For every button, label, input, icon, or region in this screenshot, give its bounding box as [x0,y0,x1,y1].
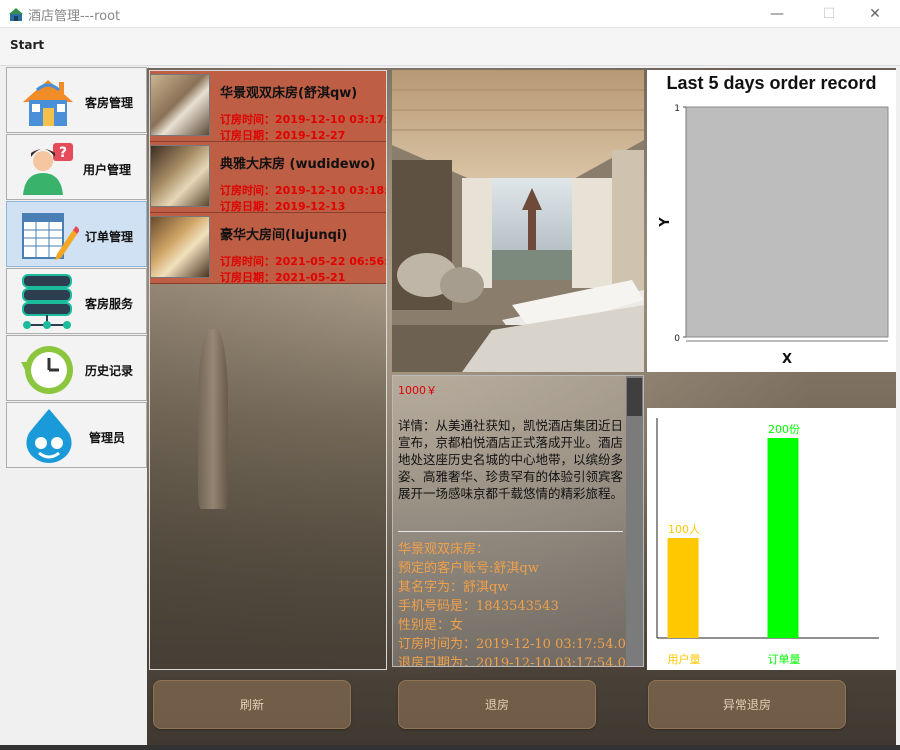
title-bar: 酒店管理---root — ☐ ✕ [0,0,900,28]
order-booking-time: 订房时间：2019-12-10 03:18: [220,184,387,197]
room-thumbnail [150,216,210,278]
abnormal-checkout-button[interactable]: 异常退房 [648,680,846,729]
x-tick-label: 订单量 [768,653,801,666]
order-card[interactable]: 华景观双床房(舒淇qw) 订房时间：2019-12-10 03:17: 订房日期… [150,71,387,142]
x-tick-label: 用户量 [668,652,701,666]
room-thumbnail [150,145,210,207]
menu-bar: Start [0,28,900,66]
sidebar-item-room-management[interactable]: 客房管理 [6,67,147,133]
order-room-name: 华景观双床房(舒淇qw) [220,86,358,101]
order-room-name: 豪华大房间(lujunqi) [220,228,348,243]
order-booking-date: 订房日期：2021-05-21 [220,271,346,284]
menu-start[interactable]: Start [10,38,44,52]
bar-data-label: 100人 [668,523,700,536]
order-card[interactable]: 豪华大房间(lujunqi) 订房时间：2021-05-22 06:56: 订房… [150,213,387,284]
minimize-button[interactable]: — [754,0,800,28]
y-tick-label: 0 [674,334,680,344]
hill-scene-image [150,281,386,669]
sidebar-item-label: 用户管理 [83,163,132,177]
room-thumbnail [150,74,210,136]
sidebar-item-label: 订单管理 [85,230,134,244]
info-customer-name: 其名字为：舒淇qw [398,580,509,595]
stats-bar-chart: 100人用户量 200份订单量 [647,408,896,670]
sidebar-item-label: 客房服务 [85,297,134,311]
divider [398,531,623,532]
info-customer-account: 预定的客户账号:舒淇qw [398,561,539,576]
sidebar-item-label: 客房管理 [85,96,134,110]
bar-user-count [667,538,699,638]
sidebar-item-room-service[interactable]: 客房服务 [6,268,147,334]
server-icon [22,274,72,329]
order-card[interactable]: 典雅大床房 (wudidewo) 订房时间：2019-12-10 03:18: … [150,142,387,213]
y-axis-label: Y [658,217,673,228]
sidebar-item-label: 历史记录 [85,364,134,378]
sidebar-item-history[interactable]: 历史记录 [6,335,147,401]
sidebar-item-admin[interactable]: 管理员 [6,402,147,468]
plot-area [685,106,889,338]
bar-order-count [767,438,799,638]
order-room-name: 典雅大床房 (wudidewo) [220,157,376,172]
app-window: 酒店管理---root — ☐ ✕ Start 客房管理 ? 用户管理 订单管理… [0,0,900,750]
room-photo [392,70,644,372]
info-room-type: 华景观双床房： [398,542,490,557]
x-axis-label: X [782,352,792,367]
order-booking-date: 订房日期：2019-12-13 [220,200,346,213]
line-chart-plot: 0 1 X Y [658,104,889,367]
sidebar-item-order-management[interactable]: 订单管理 [6,201,147,267]
order-booking-time: 订房时间：2019-12-10 03:17: [220,113,387,126]
history-icon [21,346,73,394]
info-checkout-date: 退房日期为：2019-12-10 03:17:54.0 [398,656,626,667]
user-question-icon: ? [23,143,73,195]
drupal-drop-icon [26,409,72,463]
y-tick-label: 1 [674,104,680,114]
info-gender: 性别是：女 [398,618,464,633]
sidebar-item-label: 管理员 [89,431,126,445]
house-icon [23,80,73,126]
order-booking-date: 订房日期：2019-12-27 [220,129,346,142]
monument-image [198,329,228,509]
main-panel: 华景观双床房(舒淇qw) 订房时间：2019-12-10 03:17: 订房日期… [147,68,896,750]
checkout-button[interactable]: 退房 [398,680,596,729]
room-price: 1000￥ [398,384,437,397]
room-description: 详情：从美通社获知，凯悦酒店集团近日宣布，京都柏悦酒店正式落成开业。酒店地处这座… [398,418,624,501]
info-booking-time: 订房时间为：2019-12-10 03:17:54.0 [398,637,626,652]
bar-data-label: 200份 [768,423,800,436]
app-logo-icon [9,8,23,21]
scrollbar-thumb[interactable] [627,378,642,416]
bar-chart-plot: 100人用户量 200份订单量 [656,418,879,666]
window-title: 酒店管理---root [28,9,121,24]
info-phone: 手机号码是：1843543543 [398,599,559,614]
order-record-chart: Last 5 days order record 01XY [647,70,896,372]
detail-scrollbar[interactable] [626,376,643,666]
sidebar-item-user-management[interactable]: ? 用户管理 [6,134,147,200]
svg-text:?: ? [59,145,67,161]
refresh-button[interactable]: 刷新 [153,680,351,729]
order-form-icon [22,213,79,260]
console-strip [0,745,900,750]
close-button[interactable]: ✕ [852,0,898,28]
order-detail-panel: 1000￥ 详情：从美通社获知，凯悦酒店集团近日宣布，京都柏悦酒店正式落成开业。… [392,375,644,667]
order-list: 华景观双床房(舒淇qw) 订房时间：2019-12-10 03:17: 订房日期… [149,70,387,670]
sidebar: 客房管理 ? 用户管理 订单管理 客房服务 历史记录 管理员 [4,67,149,750]
maximize-button[interactable]: ☐ [806,0,852,28]
order-booking-time: 订房时间：2021-05-22 06:56: [220,255,387,268]
